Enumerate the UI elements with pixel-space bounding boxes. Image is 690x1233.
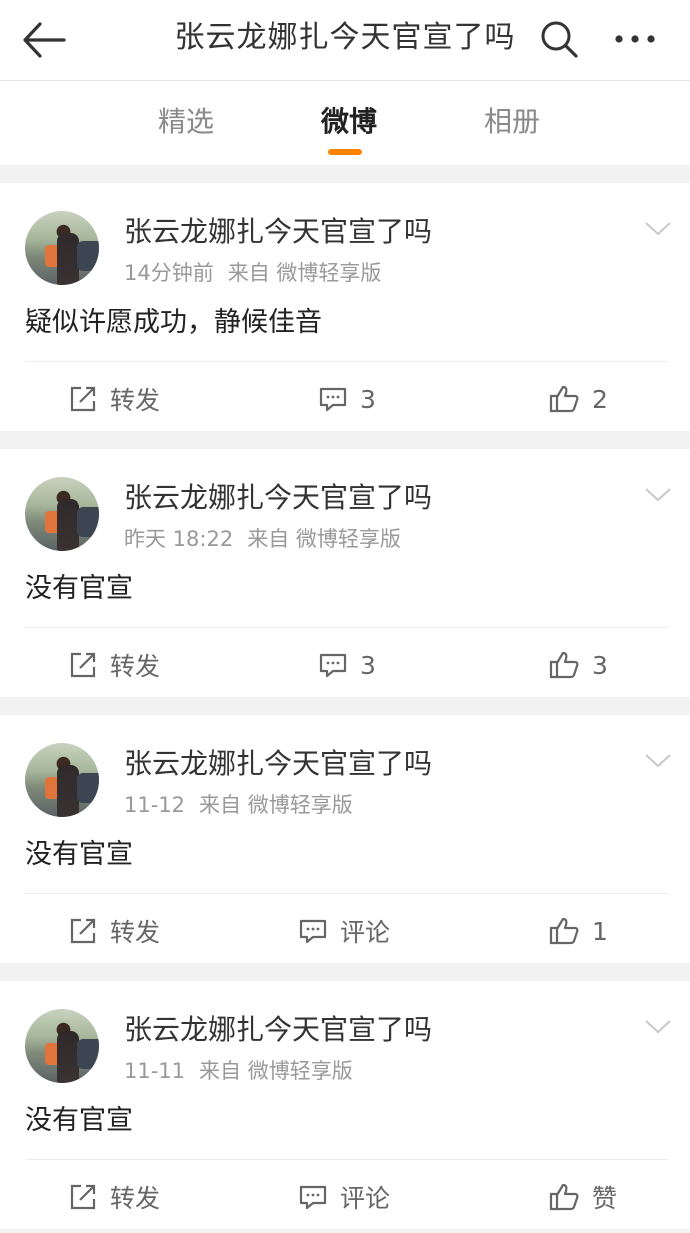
- author-name[interactable]: 张云龙娜扎今天官宣了吗: [124, 1011, 432, 1049]
- comment-icon: [299, 919, 327, 944]
- comment-button[interactable]: 评论: [298, 911, 390, 951]
- post-source: 来自 微博轻享版: [247, 527, 401, 551]
- divider: [25, 893, 668, 894]
- tab-featured[interactable]: 精选: [158, 103, 214, 141]
- comment-count: 3: [360, 384, 376, 414]
- post-meta: 11-12 来自 微博轻享版: [124, 791, 353, 819]
- comment-button[interactable]: 评论: [298, 1177, 390, 1217]
- post-feed: 张云龙娜扎今天官宣了吗 14分钟前 来自 微博轻享版 疑似许愿成功，静候佳音 转发…: [0, 183, 690, 1229]
- post-card: 张云龙娜扎今天官宣了吗 11-11 来自 微博轻享版 没有官宣 转发 评论 赞: [0, 981, 690, 1229]
- author-name[interactable]: 张云龙娜扎今天官宣了吗: [124, 213, 432, 251]
- repost-button[interactable]: 转发: [68, 1177, 160, 1217]
- comment-button[interactable]: 3: [318, 379, 376, 419]
- chevron-down-icon[interactable]: [644, 1017, 672, 1037]
- repost-icon: [70, 1184, 96, 1210]
- comment-label: 评论: [340, 918, 391, 947]
- page-title: 张云龙娜扎今天官宣了吗: [174, 20, 516, 55]
- post-card: 张云龙娜扎今天官宣了吗 11-12 来自 微博轻享版 没有官宣 转发 评论 1: [0, 715, 690, 963]
- divider: [25, 627, 668, 628]
- like-count: 1: [592, 916, 608, 946]
- comment-count: 3: [360, 650, 376, 680]
- post-text: 没有官宣: [25, 573, 133, 604]
- tab-bar: 精选 微博 相册: [0, 81, 690, 165]
- post-time: 11-11: [124, 1059, 186, 1083]
- post-card: 张云龙娜扎今天官宣了吗 昨天 18:22 来自 微博轻享版 没有官宣 转发 3 3: [0, 449, 690, 697]
- post-card: 张云龙娜扎今天官宣了吗 14分钟前 来自 微博轻享版 疑似许愿成功，静候佳音 转发…: [0, 183, 690, 431]
- repost-button[interactable]: 转发: [68, 379, 160, 419]
- post-meta: 14分钟前 来自 微博轻享版: [124, 259, 381, 287]
- more-icon[interactable]: [610, 22, 660, 56]
- avatar[interactable]: [25, 1009, 99, 1083]
- like-label: 赞: [592, 1184, 618, 1213]
- chevron-down-icon[interactable]: [644, 219, 672, 239]
- thumbs-up-icon: [549, 651, 579, 679]
- post-text: 疑似许愿成功，静候佳音: [25, 307, 322, 338]
- repost-button[interactable]: 转发: [68, 911, 160, 951]
- thumbs-up-icon: [549, 385, 579, 413]
- repost-icon: [70, 652, 96, 678]
- post-time: 昨天 18:22: [124, 527, 234, 551]
- thumbs-up-icon: [549, 917, 579, 945]
- repost-label: 转发: [110, 918, 161, 947]
- repost-button[interactable]: 转发: [68, 645, 160, 685]
- thumbs-up-icon: [549, 1183, 579, 1211]
- divider: [25, 361, 668, 362]
- post-text: 没有官宣: [25, 1105, 133, 1136]
- chevron-down-icon[interactable]: [644, 485, 672, 505]
- tab-album[interactable]: 相册: [484, 103, 540, 141]
- post-time: 14分钟前: [124, 261, 214, 285]
- author-name[interactable]: 张云龙娜扎今天官宣了吗: [124, 479, 432, 517]
- comment-icon: [319, 387, 347, 412]
- chevron-down-icon[interactable]: [644, 751, 672, 771]
- repost-label: 转发: [110, 1184, 161, 1213]
- post-source: 来自 微博轻享版: [199, 1059, 353, 1083]
- repost-label: 转发: [110, 386, 161, 415]
- like-button[interactable]: 赞: [548, 1177, 617, 1217]
- author-name[interactable]: 张云龙娜扎今天官宣了吗: [124, 745, 432, 783]
- avatar[interactable]: [25, 211, 99, 285]
- post-meta: 11-11 来自 微博轻享版: [124, 1057, 353, 1085]
- avatar[interactable]: [25, 743, 99, 817]
- repost-icon: [70, 386, 96, 412]
- comment-label: 评论: [340, 1184, 391, 1213]
- tab-weibo[interactable]: 微博: [321, 103, 377, 141]
- post-meta: 昨天 18:22 来自 微博轻享版: [124, 525, 401, 553]
- like-button[interactable]: 1: [548, 911, 608, 951]
- post-source: 来自 微博轻享版: [199, 793, 353, 817]
- comment-icon: [299, 1185, 327, 1210]
- divider: [25, 1159, 668, 1160]
- comment-icon: [319, 653, 347, 678]
- like-count: 3: [592, 650, 608, 680]
- repost-icon: [70, 918, 96, 944]
- post-time: 11-12: [124, 793, 186, 817]
- avatar[interactable]: [25, 477, 99, 551]
- like-button[interactable]: 3: [548, 645, 608, 685]
- top-bar: 张云龙娜扎今天官宣了吗: [0, 0, 690, 81]
- comment-button[interactable]: 3: [318, 645, 376, 685]
- like-count: 2: [592, 384, 608, 414]
- repost-label: 转发: [110, 652, 161, 681]
- like-button[interactable]: 2: [548, 379, 608, 419]
- post-text: 没有官宣: [25, 839, 133, 870]
- active-tab-indicator: [328, 149, 362, 155]
- post-source: 来自 微博轻享版: [227, 261, 382, 285]
- search-icon[interactable]: [538, 18, 580, 60]
